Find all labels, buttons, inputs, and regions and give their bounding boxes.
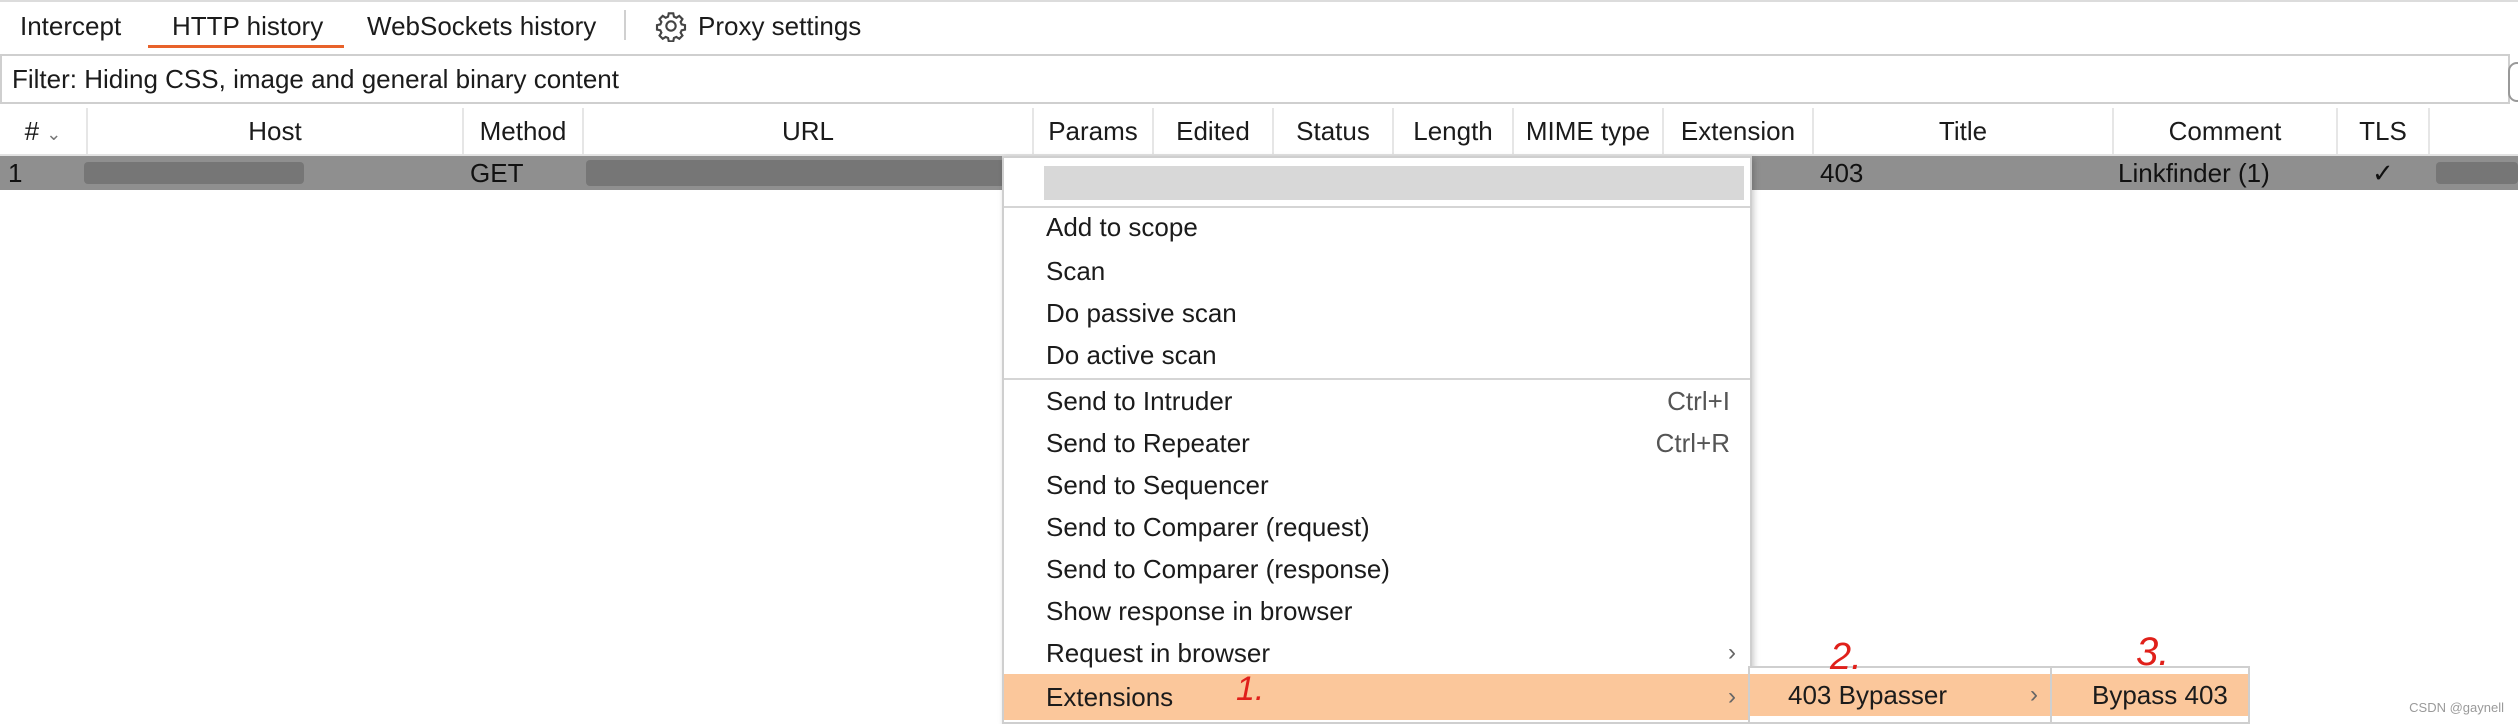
column-header-host[interactable]: Host <box>88 108 464 154</box>
redacted-host <box>84 162 304 184</box>
row-title: 403 <box>1820 158 1864 188</box>
annotation-step-3: 3. <box>2136 630 2170 674</box>
row-tls-check: ✓ <box>2372 158 2394 188</box>
menu-item-send-to-comparer-response[interactable]: Send to Comparer (response) <box>1004 548 1750 590</box>
menu-item-bypass-403[interactable]: Bypass 403 <box>2052 674 2248 716</box>
redacted-url <box>586 160 1006 186</box>
chevron-right-icon: › <box>2030 681 2038 708</box>
column-header-url[interactable]: URL <box>584 108 1034 154</box>
menu-item-send-to-intruder[interactable]: Send to Intruder Ctrl+I <box>1004 380 1750 422</box>
redacted-ip <box>2436 162 2518 184</box>
shortcut-label: Ctrl+R <box>1655 428 1730 458</box>
tab-websockets-history[interactable]: WebSockets history <box>367 0 596 52</box>
column-header-length[interactable]: Length <box>1394 108 1514 154</box>
gear-icon[interactable] <box>655 10 687 42</box>
menu-item-403-bypasser[interactable]: 403 Bypasser › <box>1750 674 2052 716</box>
tab-intercept[interactable]: Intercept <box>20 0 121 52</box>
menu-item-do-passive-scan[interactable]: Do passive scan <box>1004 292 1750 334</box>
column-header-tls[interactable]: TLS <box>2338 108 2430 154</box>
context-menu: Add to scope Scan Do passive scan Do act… <box>1002 156 1752 724</box>
menu-item-scan[interactable]: Scan <box>1004 250 1750 292</box>
filter-bar[interactable]: Filter: Hiding CSS, image and general bi… <box>0 54 2510 104</box>
table-header: # ⌄ Host Method URL Params Edited Status… <box>0 108 2518 156</box>
annotation-step-2: 2. <box>1830 636 1862 678</box>
chevron-right-icon: › <box>1728 639 1736 666</box>
tab-divider <box>624 10 626 40</box>
column-header-edited[interactable]: Edited <box>1154 108 1274 154</box>
column-header-title[interactable]: Title <box>1814 108 2114 154</box>
row-number: 1 <box>8 158 23 188</box>
column-header-comment[interactable]: Comment <box>2114 108 2338 154</box>
redacted-menu-item <box>1044 166 1744 200</box>
column-header-number[interactable]: # ⌄ <box>0 108 88 154</box>
column-header-method[interactable]: Method <box>464 108 584 154</box>
menu-item-show-response-in-browser[interactable]: Show response in browser <box>1004 590 1750 632</box>
shortcut-label: Ctrl+I <box>1667 386 1730 416</box>
annotation-step-1: 1. <box>1236 670 1265 708</box>
row-comment: Linkfinder (1) <box>2118 158 2270 188</box>
column-header-status[interactable]: Status <box>1274 108 1394 154</box>
menu-item-do-active-scan[interactable]: Do active scan <box>1004 334 1750 376</box>
menu-item-extensions[interactable]: Extensions › <box>1004 674 1750 720</box>
row-method: GET <box>470 158 524 188</box>
menu-item-send-to-comparer-request[interactable]: Send to Comparer (request) <box>1004 506 1750 548</box>
chevron-right-icon: › <box>1728 683 1736 710</box>
sort-chevron-icon: ⌄ <box>46 124 62 144</box>
active-tab-indicator <box>148 45 344 48</box>
column-header-params[interactable]: Params <box>1034 108 1154 154</box>
menu-item-send-to-sequencer[interactable]: Send to Sequencer <box>1004 464 1750 506</box>
watermark: CSDN @gaynell <box>2409 700 2504 715</box>
column-header-extension[interactable]: Extension <box>1664 108 1814 154</box>
menu-item-send-to-repeater[interactable]: Send to Repeater Ctrl+R <box>1004 422 1750 464</box>
proxy-tab-bar: Intercept HTTP history WebSockets histor… <box>0 0 2518 52</box>
menu-item-request-in-browser[interactable]: Request in browser › <box>1004 632 1750 674</box>
tab-proxy-settings[interactable]: Proxy settings <box>698 0 861 52</box>
extensions-submenu: 403 Bypasser › <box>1748 666 2054 724</box>
column-header-mime-type[interactable]: MIME type <box>1514 108 1664 154</box>
menu-item-add-to-scope[interactable]: Add to scope <box>1004 206 1750 248</box>
filter-settings-toggle[interactable] <box>2508 62 2518 102</box>
